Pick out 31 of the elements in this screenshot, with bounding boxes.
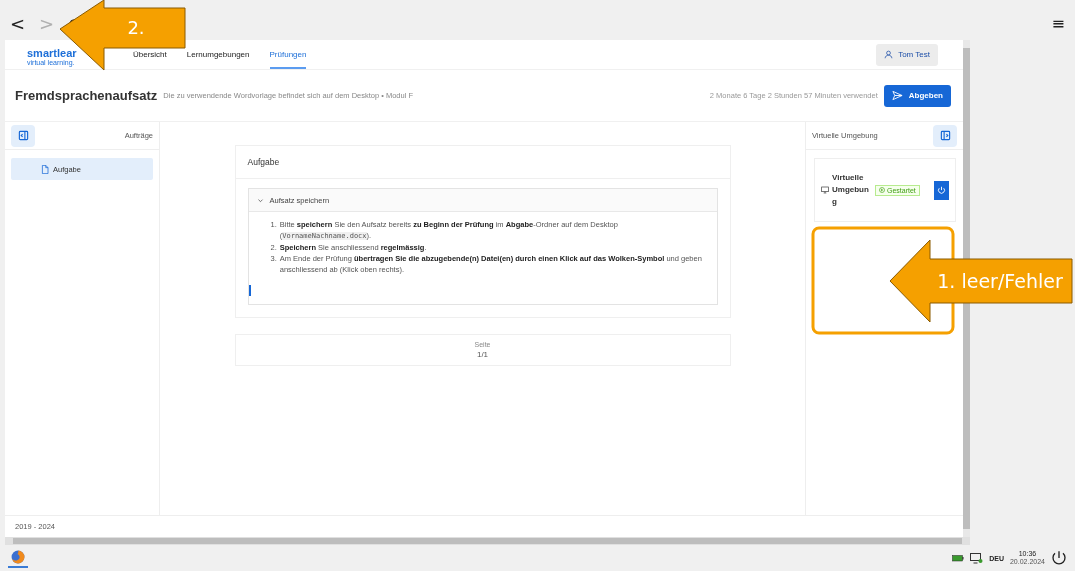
power-icon[interactable] [1051, 550, 1067, 566]
back-button[interactable]: < [10, 14, 26, 34]
menu-button[interactable]: ≡ [1051, 14, 1065, 34]
battery-icon[interactable] [952, 554, 965, 562]
collapse-panel-button[interactable] [11, 124, 35, 147]
monitor-icon [821, 186, 829, 194]
annotation-arrow: 1. leer/Fehler [889, 239, 1073, 323]
logo[interactable]: smartlear [27, 48, 77, 59]
submit-button[interactable]: Abgeben [883, 84, 951, 107]
panel-right-icon [939, 130, 951, 141]
nav-tab[interactable]: Lernumgebungen [186, 50, 250, 69]
user-icon [884, 50, 894, 59]
collapse-panel-button[interactable] [933, 124, 957, 147]
card-title: Aufgabe [247, 157, 280, 167]
document-icon [41, 164, 49, 174]
globe-icon [11, 550, 25, 564]
exam-title: Fremdsprachenaufsatz [15, 88, 158, 103]
send-icon [891, 90, 903, 101]
horizontal-scrollbar[interactable] [5, 537, 970, 545]
network-icon[interactable] [970, 552, 984, 564]
power-button[interactable] [934, 180, 949, 200]
user-button[interactable]: Tom Test [876, 43, 938, 66]
play-circle-icon [879, 187, 885, 193]
nav-tab[interactable]: Übersicht [133, 50, 167, 69]
panel-left-icon [17, 130, 29, 141]
environment-name: Virtuelle Umgebung [832, 172, 870, 208]
power-icon [937, 185, 946, 195]
browser-taskbar-button[interactable] [8, 548, 28, 568]
page-number: 1/1 [476, 350, 489, 359]
text-cursor [248, 285, 251, 296]
nav-tab[interactable]: Prüfungen [269, 50, 307, 69]
